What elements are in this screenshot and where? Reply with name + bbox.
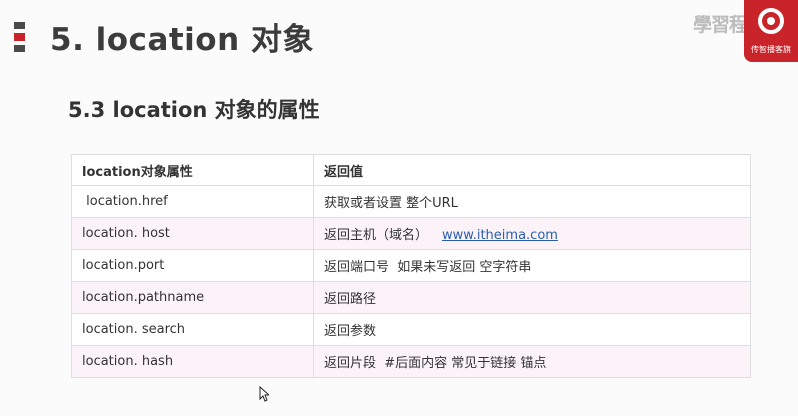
header-property: location对象属性 (71, 154, 314, 186)
page-title: 5. location 对象 (50, 22, 314, 58)
logo-caption: 传智播客旗 (751, 45, 791, 54)
section-heading: 5.3 location 对象的属性 (68, 98, 320, 122)
mouse-cursor-icon (259, 386, 269, 402)
property-cell: location.port (71, 249, 314, 282)
value-text: 返回主机（域名） (324, 228, 429, 243)
value-cell: 返回参数 (313, 313, 751, 346)
table-row: location. hash 返回片段 #后面内容 常见于链接 锚点 (71, 345, 751, 378)
property-cell: location. hash (71, 345, 314, 378)
title-marker-icon (14, 22, 25, 52)
value-text: 返回端口号 如果未写返回 空字符串 (324, 260, 532, 275)
table-row: location.port 返回端口号 如果未写返回 空字符串 (71, 249, 751, 282)
value-text: 返回参数 (324, 324, 377, 339)
value-cell: 返回端口号 如果未写返回 空字符串 (313, 249, 751, 282)
table-row: location.href 获取或者设置 整个URL (71, 185, 751, 218)
logo-icon (758, 8, 784, 34)
header-return-value: 返回值 (313, 154, 751, 186)
properties-table: location对象属性 返回值 location.href 获取或者设置 整个… (71, 154, 751, 378)
table-row: location. host 返回主机（域名） www.itheima.com (71, 217, 751, 250)
value-cell: 返回片段 #后面内容 常见于链接 锚点 (313, 345, 751, 378)
value-text: 获取或者设置 整个URL (324, 196, 458, 211)
table-header-row: location对象属性 返回值 (71, 154, 751, 186)
property-cell: location. search (71, 313, 314, 346)
value-text: 返回片段 #后面内容 常见于链接 锚点 (324, 356, 547, 371)
property-cell: location.href (71, 185, 314, 218)
table-row: location. search 返回参数 (71, 313, 751, 346)
brand-logo: 传智播客旗 (744, 0, 798, 62)
value-cell: 返回主机（域名） www.itheima.com (313, 217, 751, 250)
value-cell: 返回路径 (313, 281, 751, 314)
value-text: 返回路径 (324, 292, 377, 307)
value-cell: 获取或者设置 整个URL (313, 185, 751, 218)
table-row: location.pathname 返回路径 (71, 281, 751, 314)
example-domain-link[interactable]: www.itheima.com (442, 228, 558, 243)
property-cell: location.pathname (71, 281, 314, 314)
property-cell: location. host (71, 217, 314, 250)
